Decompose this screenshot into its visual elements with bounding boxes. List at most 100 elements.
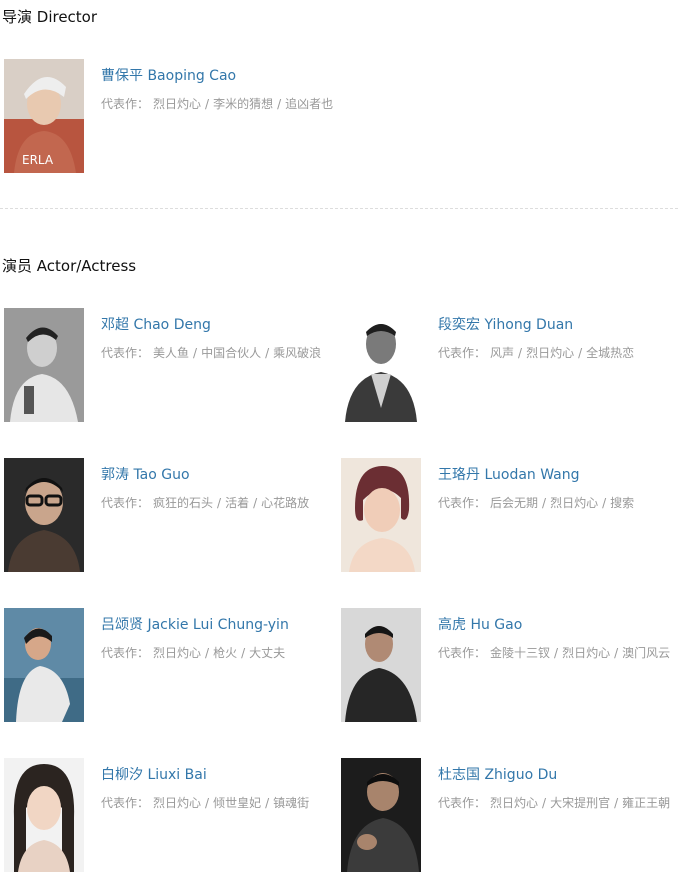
works-prefix: 代表作：: [101, 646, 150, 660]
portrait-photo: [341, 608, 421, 722]
director-photo[interactable]: ERLA: [4, 59, 84, 173]
work-title: 大宋提刑官: [550, 796, 611, 810]
work-title: 后会无期: [490, 496, 539, 510]
works-prefix: 代表作：: [438, 496, 487, 510]
works-prefix: 代表作：: [438, 346, 487, 360]
works-separator: /: [193, 346, 198, 360]
actor-card: 郭涛 Tao Guo 代表作： 疯狂的石头 / 活着 / 心花路放: [4, 458, 344, 574]
works-separator: /: [205, 97, 210, 111]
section-divider: [0, 208, 678, 209]
works-separator: /: [277, 97, 282, 111]
works-prefix: 代表作：: [101, 796, 150, 810]
works-separator: /: [241, 646, 246, 660]
svg-text:ERLA: ERLA: [22, 153, 54, 167]
work-title: 风声: [490, 346, 515, 360]
works-separator: /: [602, 496, 607, 510]
portrait-photo: ERLA: [4, 59, 84, 173]
works-separator: /: [265, 346, 270, 360]
actor-photo[interactable]: [4, 308, 84, 422]
work-title: 烈日灼心: [153, 646, 202, 660]
work-title: 烈日灼心: [153, 796, 202, 810]
portrait-photo: [4, 458, 84, 572]
work-title: 雍正王朝: [622, 796, 671, 810]
works-prefix: 代表作：: [101, 97, 150, 111]
work-title: 金陵十三钗: [490, 646, 551, 660]
actor-works: 代表作： 后会无期 / 烈日灼心 / 搜索: [438, 493, 678, 514]
works-separator: /: [614, 796, 619, 810]
work-title: 澳门风云: [622, 646, 671, 660]
work-title: 李米的猜想: [213, 97, 274, 111]
actor-name-link[interactable]: 杜志国 Zhiguo Du: [438, 765, 557, 785]
works-separator: /: [554, 646, 559, 660]
work-title: 美人鱼: [153, 346, 190, 360]
work-title: 大丈夫: [249, 646, 286, 660]
works-prefix: 代表作：: [101, 496, 150, 510]
actor-name-link[interactable]: 段奕宏 Yihong Duan: [438, 315, 573, 335]
portrait-photo: [341, 458, 421, 572]
portrait-photo: [4, 758, 84, 872]
works-prefix: 代表作：: [101, 346, 150, 360]
actor-photo[interactable]: [4, 608, 84, 722]
actor-photo[interactable]: [341, 308, 421, 422]
actor-name-link[interactable]: 高虎 Hu Gao: [438, 615, 522, 635]
works-separator: /: [542, 796, 547, 810]
work-title: 中国合伙人: [201, 346, 262, 360]
works-separator: /: [542, 496, 547, 510]
actor-photo[interactable]: [341, 608, 421, 722]
director-name-link[interactable]: 曹保平 Baoping Cao: [101, 66, 236, 86]
actor-card: 杜志国 Zhiguo Du 代表作： 烈日灼心 / 大宋提刑官 / 雍正王朝: [341, 758, 681, 874]
actor-name-link[interactable]: 王珞丹 Luodan Wang: [438, 465, 580, 485]
work-title: 疯狂的石头: [153, 496, 214, 510]
actor-section-title: 演员 Actor/Actress: [2, 257, 137, 275]
actor-works: 代表作： 烈日灼心 / 倾世皇妃 / 镇魂街: [101, 793, 341, 814]
portrait-photo: [4, 308, 84, 422]
actor-photo[interactable]: [341, 758, 421, 872]
actor-photo[interactable]: [341, 458, 421, 572]
portrait-photo: [341, 758, 421, 872]
actor-card: 段奕宏 Yihong Duan 代表作： 风声 / 烈日灼心 / 全城热恋: [341, 308, 681, 424]
work-title: 心花路放: [261, 496, 310, 510]
works-prefix: 代表作：: [438, 796, 487, 810]
work-title: 烈日灼心: [153, 97, 202, 111]
work-title: 烈日灼心: [550, 496, 599, 510]
works-separator: /: [578, 346, 583, 360]
actor-photo[interactable]: [4, 758, 84, 872]
works-separator: /: [205, 796, 210, 810]
director-works: 代表作： 烈日灼心 / 李米的猜想 / 追凶者也: [101, 94, 341, 115]
portrait-photo: [341, 308, 421, 422]
works-separator: /: [217, 496, 222, 510]
actor-card: 吕颂贤 Jackie Lui Chung-yin 代表作： 烈日灼心 / 枪火 / 大丈夫: [4, 608, 344, 724]
actor-card: 邓超 Chao Deng 代表作： 美人鱼 / 中国合伙人 / 乘风破浪: [4, 308, 344, 424]
director-section-title: 导演 Director: [2, 8, 98, 26]
work-title: 烈日灼心: [526, 346, 575, 360]
portrait-photo: [4, 608, 84, 722]
actor-name-link[interactable]: 郭涛 Tao Guo: [101, 465, 190, 485]
work-title: 活着: [225, 496, 250, 510]
works-separator: /: [205, 646, 210, 660]
actor-works: 代表作： 金陵十三钗 / 烈日灼心 / 澳门风云: [438, 643, 678, 664]
actor-name-link[interactable]: 吕颂贤 Jackie Lui Chung-yin: [101, 615, 289, 635]
actor-photo[interactable]: [4, 458, 84, 572]
actor-name-link[interactable]: 邓超 Chao Deng: [101, 315, 211, 335]
works-separator: /: [253, 496, 258, 510]
work-title: 搜索: [610, 496, 635, 510]
work-title: 烈日灼心: [490, 796, 539, 810]
works-prefix: 代表作：: [438, 646, 487, 660]
work-title: 全城热恋: [586, 346, 635, 360]
work-title: 追凶者也: [285, 97, 334, 111]
actor-works: 代表作： 烈日灼心 / 枪火 / 大丈夫: [101, 643, 341, 664]
actor-works: 代表作： 疯狂的石头 / 活着 / 心花路放: [101, 493, 341, 514]
actor-works: 代表作： 美人鱼 / 中国合伙人 / 乘风破浪: [101, 343, 341, 364]
work-title: 乘风破浪: [273, 346, 322, 360]
work-title: 镇魂街: [273, 796, 310, 810]
actor-card: 白柳汐 Liuxi Bai 代表作： 烈日灼心 / 倾世皇妃 / 镇魂街: [4, 758, 344, 874]
actor-works: 代表作： 烈日灼心 / 大宋提刑官 / 雍正王朝: [438, 793, 678, 814]
works-separator: /: [265, 796, 270, 810]
director-card: ERLA 曹保平 Baoping Cao 代表作： 烈日灼心 / 李米的猜想 / 追凶者也: [4, 59, 344, 175]
works-separator: /: [614, 646, 619, 660]
work-title: 枪火: [213, 646, 238, 660]
work-title: 倾世皇妃: [213, 796, 262, 810]
actor-card: 王珞丹 Luodan Wang 代表作： 后会无期 / 烈日灼心 / 搜索: [341, 458, 681, 574]
actor-name-link[interactable]: 白柳汐 Liuxi Bai: [101, 765, 207, 785]
actor-card: 高虎 Hu Gao 代表作： 金陵十三钗 / 烈日灼心 / 澳门风云: [341, 608, 681, 724]
